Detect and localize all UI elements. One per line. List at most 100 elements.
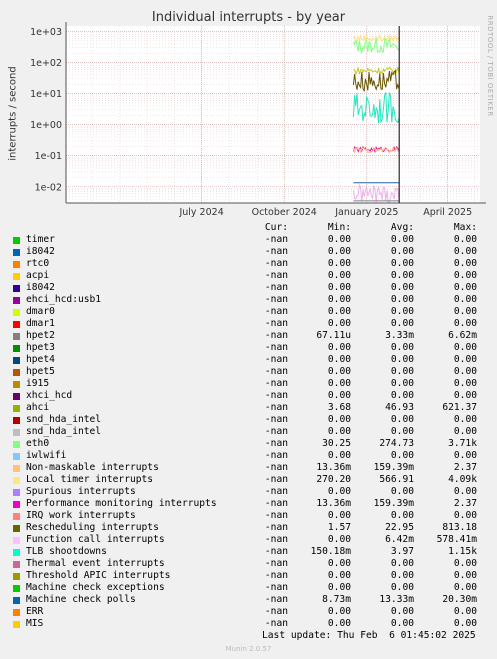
legend-swatch xyxy=(13,237,20,244)
interrupts-plot: 1e+03 1e+02 1e+01 1e+00 1e-01 1e-02 July 2024… xyxy=(30,22,486,218)
legend-name: rtc0 xyxy=(26,258,50,269)
legend-swatch xyxy=(13,261,20,268)
legend-name: Threshold APIC interrupts xyxy=(26,570,171,581)
legend-avg: 0.00 xyxy=(390,294,414,305)
legend-name: ehci_hcd:usb1 xyxy=(26,294,102,305)
legend-row: rtc0 -nan 0.00 0.00 0.00 xyxy=(0,258,497,270)
legend-avg: 0.00 xyxy=(390,426,414,437)
legend-min: 0.00 xyxy=(327,270,351,281)
legend-swatch xyxy=(13,549,20,556)
legend-cur: -nan xyxy=(264,378,288,389)
legend-swatch xyxy=(13,573,20,580)
legend-row: Spurious interrupts -nan 0.00 0.00 0.00 xyxy=(0,486,497,498)
legend-cur: -nan xyxy=(264,294,288,305)
x-tick-label: October 2024 xyxy=(252,207,317,218)
legend-row: i8042 -nan 0.00 0.00 0.00 xyxy=(0,282,497,294)
legend-name: Local timer interrupts xyxy=(26,474,154,485)
legend-swatch xyxy=(13,585,20,592)
legend-max: 0.00 xyxy=(453,378,477,389)
legend-min: 270.20 xyxy=(316,474,351,485)
legend-swatch xyxy=(13,621,20,628)
legend-max: 0.00 xyxy=(453,558,477,569)
legend-avg: 0.00 xyxy=(390,606,414,617)
legend-cur: -nan xyxy=(264,306,288,317)
legend-max: 20.30m xyxy=(442,594,477,605)
legend-swatch xyxy=(13,345,20,352)
legend-min: 0.00 xyxy=(327,510,351,521)
legend-cur: -nan xyxy=(264,426,288,437)
legend-max: 0.00 xyxy=(453,618,477,629)
legend-swatch xyxy=(13,393,20,400)
legend-avg: 3.33m xyxy=(385,330,414,341)
legend-name: Non-maskable interrupts xyxy=(26,462,159,473)
y-tick-label: 1e+00 xyxy=(30,120,62,131)
legend-avg: 0.00 xyxy=(390,378,414,389)
legend-cur: -nan xyxy=(264,582,288,593)
legend-name: IRQ work interrupts xyxy=(26,510,136,521)
legend-cur: -nan xyxy=(264,462,288,473)
legend-max: 0.00 xyxy=(453,306,477,317)
legend-cur: -nan xyxy=(264,498,288,509)
legend-max: 0.00 xyxy=(453,390,477,401)
legend-max: 0.00 xyxy=(453,510,477,521)
legend-name: ERR xyxy=(26,606,44,617)
legend-row: hpet5 -nan 0.00 0.00 0.00 xyxy=(0,366,497,378)
legend-max: 0.00 xyxy=(453,486,477,497)
legend-avg: 0.00 xyxy=(390,570,414,581)
legend-avg: 22.95 xyxy=(385,522,414,533)
legend-cur: -nan xyxy=(264,486,288,497)
y-tick-label: 1e+01 xyxy=(30,89,62,100)
legend-name: Machine check polls xyxy=(26,594,136,605)
legend-swatch xyxy=(13,525,20,532)
legend-cur: -nan xyxy=(264,390,288,401)
last-update: Last update: Thu Feb 6 01:45:02 2025 xyxy=(262,630,476,641)
header-min: Min: xyxy=(327,222,351,233)
legend-avg: 0.00 xyxy=(390,246,414,257)
legend-max: 0.00 xyxy=(453,258,477,269)
legend-swatch xyxy=(13,465,20,472)
legend-avg: 46.93 xyxy=(385,402,414,413)
legend-swatch xyxy=(13,273,20,280)
legend-row: dmar1 -nan 0.00 0.00 0.00 xyxy=(0,318,497,330)
legend-max: 621.37 xyxy=(442,402,477,413)
legend-avg: 0.00 xyxy=(390,234,414,245)
legend-max: 2.37 xyxy=(453,498,477,509)
legend-swatch xyxy=(13,297,20,304)
legend-cur: -nan xyxy=(264,606,288,617)
legend-avg: 3.97 xyxy=(390,546,414,557)
legend-name: i8042 xyxy=(26,246,55,257)
legend-min: 0.00 xyxy=(327,606,351,617)
legend-max: 0.00 xyxy=(453,270,477,281)
legend-max: 0.00 xyxy=(453,234,477,245)
legend-avg: 0.00 xyxy=(390,270,414,281)
legend-max: 2.37 xyxy=(453,462,477,473)
legend-cur: -nan xyxy=(264,342,288,353)
legend-row: ahci -nan 3.68 46.93 621.37 xyxy=(0,402,497,414)
legend-max: 0.00 xyxy=(453,606,477,617)
legend-row: MIS -nan 0.00 0.00 0.00 xyxy=(0,618,497,630)
legend-row: Threshold APIC interrupts -nan 0.00 0.00 0.0… xyxy=(0,570,497,582)
legend-row: i8042 -nan 0.00 0.00 0.00 xyxy=(0,246,497,258)
legend-name: eth0 xyxy=(26,438,50,449)
legend-cur: -nan xyxy=(264,522,288,533)
legend-name: hpet4 xyxy=(26,354,55,365)
legend-avg: 0.00 xyxy=(390,414,414,425)
legend-name: TLB shootdowns xyxy=(26,546,107,557)
legend-name: snd_hda_intel xyxy=(26,414,102,425)
legend-swatch xyxy=(13,441,20,448)
legend-avg: 0.00 xyxy=(390,258,414,269)
legend-avg: 566.91 xyxy=(379,474,414,485)
legend-name: Function call interrupts xyxy=(26,534,165,545)
legend-name: dmar1 xyxy=(26,318,55,329)
legend-cur: -nan xyxy=(264,270,288,281)
legend-swatch xyxy=(13,489,20,496)
legend-max: 4.09k xyxy=(448,474,477,485)
legend-cur: -nan xyxy=(264,438,288,449)
legend-min: 0.00 xyxy=(327,258,351,269)
legend-avg: 0.00 xyxy=(390,366,414,377)
legend-min: 0.00 xyxy=(327,582,351,593)
legend-swatch xyxy=(13,537,20,544)
legend-min: 0.00 xyxy=(327,378,351,389)
legend-avg: 274.73 xyxy=(379,438,414,449)
legend-name: hpet5 xyxy=(26,366,55,377)
